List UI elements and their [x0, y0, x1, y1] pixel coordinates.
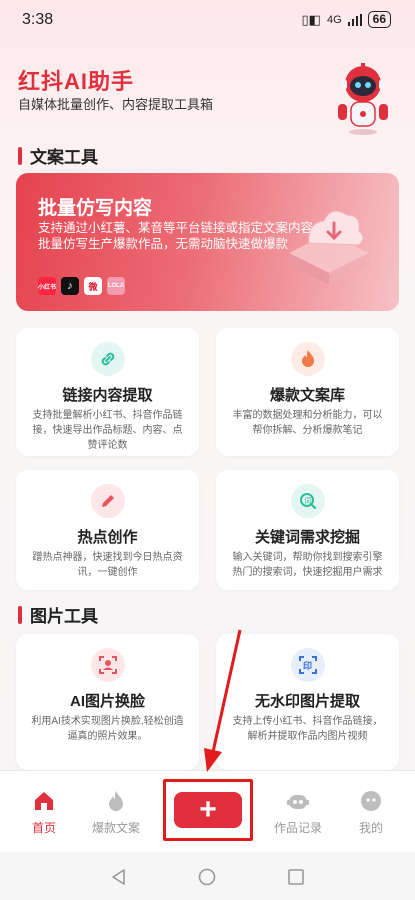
- card-title: 关键词需求挖掘: [254, 529, 360, 546]
- app-title: 红抖AI助手: [18, 69, 135, 94]
- nav-label: 作品记录: [273, 821, 322, 835]
- back-triangle-icon[interactable]: [110, 868, 128, 886]
- card-title: 无水印图片提取: [254, 693, 360, 710]
- watermark-icon: 印: [290, 648, 325, 682]
- weibo-logo-icon: 微: [84, 277, 102, 295]
- pencil-icon: [90, 484, 125, 518]
- cloud-download-illustration-icon: [289, 210, 369, 285]
- card-description: 支持上传小红书、抖音作品链接，解析并提取作品内图片视频: [232, 716, 383, 742]
- section-title-copy-tools: 文案工具: [18, 143, 98, 168]
- card-description: 输入关键词，帮助你找到搜索引擎热门的搜索词，快速挖掘用户需求: [232, 552, 383, 578]
- nav-home[interactable]: 首页: [4, 789, 84, 837]
- signal-icon: [347, 13, 362, 26]
- section-accent-bar: [18, 146, 22, 165]
- robot-mascot-icon: [338, 63, 388, 135]
- status-icons: ▯◧ 4G 66: [302, 11, 391, 28]
- vibrate-icon: ▯◧: [301, 11, 321, 27]
- card-title: AI图片换脸: [69, 693, 145, 710]
- fire-icon: [109, 791, 123, 811]
- other-platform-logo-icon: LOLA: [107, 277, 125, 295]
- keyword-icon: 词: [290, 484, 325, 518]
- annotation-highlight-box: [163, 779, 253, 841]
- recents-square-icon[interactable]: [287, 868, 305, 886]
- face-scan-icon: [90, 648, 125, 682]
- fire-icon: [290, 342, 325, 376]
- banner-title: 批量仿写内容: [38, 198, 153, 219]
- card-title: 链接内容提取: [62, 387, 153, 404]
- section-accent-bar: [18, 605, 22, 624]
- section-label: 文案工具: [30, 148, 98, 167]
- platform-logos: 小红书 ♪ 微 LOLA: [38, 277, 125, 295]
- app-subtitle: 自媒体批量创作、内容提取工具箱: [18, 97, 214, 112]
- network-label: 4G: [326, 13, 342, 26]
- card-watermark-free-extract[interactable]: 印 无水印图片提取 支持上传小红书、抖音作品链接，解析并提取作品内图片视频: [216, 634, 399, 770]
- system-navigation-bar: [0, 852, 415, 900]
- svg-text:词: 词: [304, 497, 311, 505]
- nav-mine[interactable]: 我的: [331, 789, 411, 837]
- batch-rewrite-banner[interactable]: 批量仿写内容 支持通过小红薯、某音等平台链接或指定文案内容，批量仿写生产爆款作品…: [16, 173, 399, 311]
- section-title-image-tools: 图片工具: [18, 602, 98, 627]
- card-description: 丰富的数据处理和分析能力，可以帮你拆解、分析爆款笔记: [232, 410, 383, 436]
- card-ai-face-swap[interactable]: AI图片换脸 利用AI技术实现图片换脸,轻松创造逼真的照片效果。: [16, 634, 199, 770]
- nav-label: 我的: [358, 821, 383, 835]
- section-label: 图片工具: [30, 607, 98, 626]
- card-description: 支持批量解析小红书、抖音作品链接，快速导出作品标题、内容、点赞评论数: [32, 410, 183, 451]
- card-trending-creation[interactable]: 热点创作 蹭热点神器，快速找到今日热点资讯，一键创作: [16, 470, 199, 590]
- nav-hot-copy[interactable]: 爆款文案: [76, 789, 156, 837]
- card-description: 利用AI技术实现图片换脸,轻松创造逼真的照片效果。: [31, 716, 184, 742]
- xiaohongshu-logo-icon: 小红书: [38, 277, 56, 295]
- nav-label: 首页: [31, 821, 56, 835]
- profile-face-icon: [361, 791, 381, 811]
- robot-face-icon: [287, 795, 309, 809]
- card-title: 热点创作: [77, 529, 138, 546]
- card-keyword-mining[interactable]: 词 关键词需求挖掘 输入关键词，帮助你找到搜索引擎热门的搜索词，快速挖掘用户需求: [216, 470, 399, 590]
- home-circle-icon[interactable]: [198, 868, 216, 886]
- status-bar: 3:38 ▯◧ 4G 66: [0, 0, 415, 40]
- card-hot-copy-library[interactable]: 爆款文案库 丰富的数据处理和分析能力，可以帮你拆解、分析爆款笔记: [216, 328, 399, 456]
- status-time: 3:38: [22, 11, 54, 28]
- link-icon: [90, 342, 125, 376]
- home-icon: [35, 792, 53, 810]
- card-description: 蹭热点神器，快速找到今日热点资讯，一键创作: [32, 552, 183, 578]
- svg-text:印: 印: [303, 660, 312, 672]
- card-title: 爆款文案库: [269, 387, 345, 404]
- card-link-extract[interactable]: 链接内容提取 支持批量解析小红书、抖音作品链接，快速导出作品标题、内容、点赞评论…: [16, 328, 199, 456]
- douyin-logo-icon: ♪: [61, 277, 79, 295]
- nav-works-record[interactable]: 作品记录: [258, 789, 338, 837]
- battery-indicator: 66: [367, 11, 391, 28]
- nav-label: 爆款文案: [91, 821, 140, 835]
